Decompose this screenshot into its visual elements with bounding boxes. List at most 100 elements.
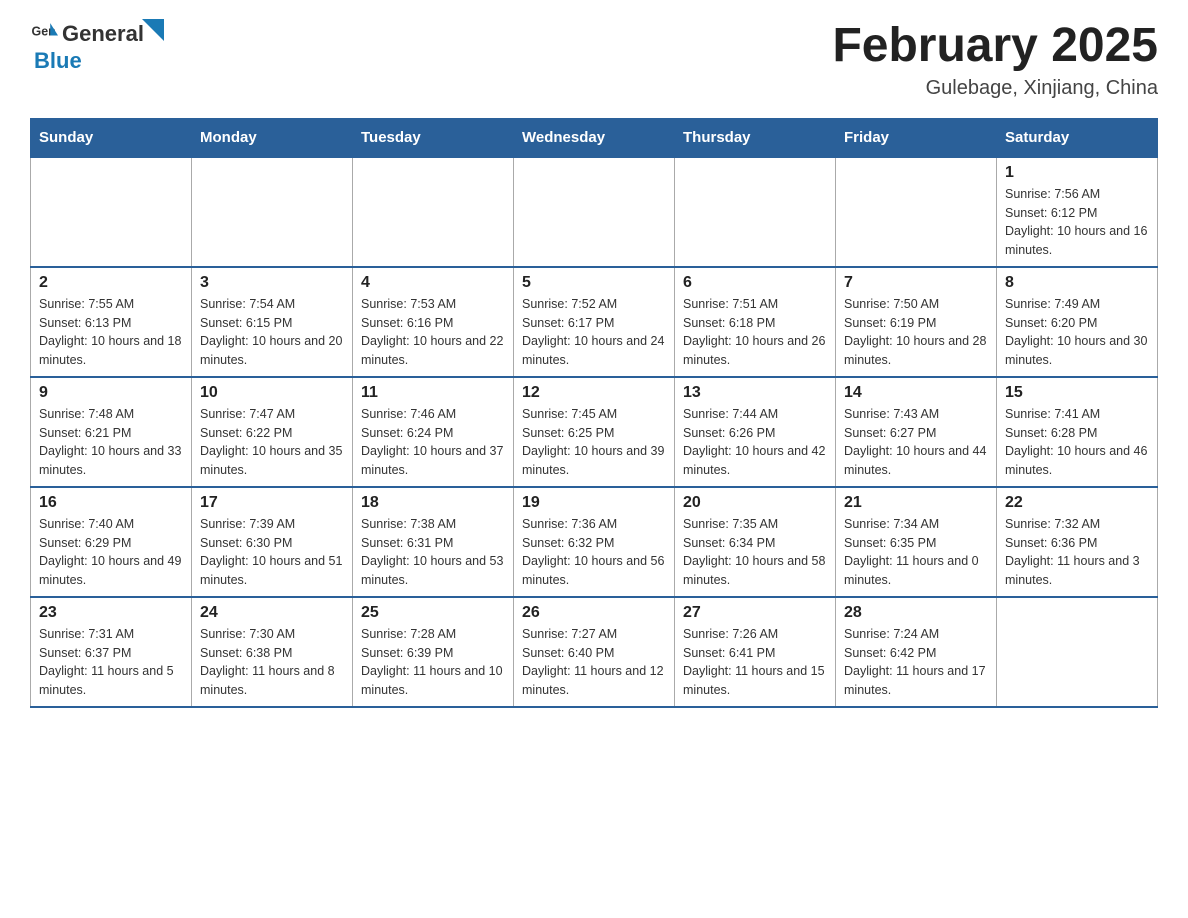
day-number: 22	[1005, 494, 1149, 512]
calendar-cell: 13 Sunrise: 7:44 AMSunset: 6:26 PMDayligh…	[675, 377, 836, 487]
calendar-cell	[514, 157, 675, 267]
page-header: Gen General Blue February 2025 Gulebage,…	[30, 20, 1158, 100]
calendar-table: SundayMondayTuesdayWednesdayThursdayFrid…	[30, 118, 1158, 708]
day-number: 2	[39, 274, 183, 292]
day-info: Sunrise: 7:32 AMSunset: 6:36 PMDaylight:…	[1005, 515, 1149, 590]
day-number: 6	[683, 274, 827, 292]
day-info: Sunrise: 7:47 AMSunset: 6:22 PMDaylight:…	[200, 405, 344, 480]
weekday-header-sunday: Sunday	[31, 118, 192, 157]
day-info: Sunrise: 7:56 AMSunset: 6:12 PMDaylight:…	[1005, 185, 1149, 260]
day-info: Sunrise: 7:54 AMSunset: 6:15 PMDaylight:…	[200, 295, 344, 370]
calendar-cell: 3 Sunrise: 7:54 AMSunset: 6:15 PMDaylight…	[192, 267, 353, 377]
day-info: Sunrise: 7:39 AMSunset: 6:30 PMDaylight:…	[200, 515, 344, 590]
day-number: 11	[361, 384, 505, 402]
calendar-cell: 22 Sunrise: 7:32 AMSunset: 6:36 PMDayligh…	[997, 487, 1158, 597]
day-number: 3	[200, 274, 344, 292]
day-info: Sunrise: 7:53 AMSunset: 6:16 PMDaylight:…	[361, 295, 505, 370]
day-info: Sunrise: 7:28 AMSunset: 6:39 PMDaylight:…	[361, 625, 505, 700]
day-info: Sunrise: 7:34 AMSunset: 6:35 PMDaylight:…	[844, 515, 988, 590]
calendar-cell: 6 Sunrise: 7:51 AMSunset: 6:18 PMDaylight…	[675, 267, 836, 377]
calendar-cell	[353, 157, 514, 267]
weekday-header-wednesday: Wednesday	[514, 118, 675, 157]
calendar-cell: 9 Sunrise: 7:48 AMSunset: 6:21 PMDaylight…	[31, 377, 192, 487]
day-info: Sunrise: 7:30 AMSunset: 6:38 PMDaylight:…	[200, 625, 344, 700]
logo-arrow-icon	[142, 19, 164, 41]
calendar-cell: 20 Sunrise: 7:35 AMSunset: 6:34 PMDayligh…	[675, 487, 836, 597]
day-number: 23	[39, 604, 183, 622]
title-area: February 2025 Gulebage, Xinjiang, China	[832, 20, 1158, 100]
day-number: 18	[361, 494, 505, 512]
day-number: 19	[522, 494, 666, 512]
calendar-cell: 10 Sunrise: 7:47 AMSunset: 6:22 PMDayligh…	[192, 377, 353, 487]
day-number: 21	[844, 494, 988, 512]
day-number: 13	[683, 384, 827, 402]
day-number: 24	[200, 604, 344, 622]
calendar-cell: 19 Sunrise: 7:36 AMSunset: 6:32 PMDayligh…	[514, 487, 675, 597]
weekday-header-thursday: Thursday	[675, 118, 836, 157]
calendar-cell: 1 Sunrise: 7:56 AMSunset: 6:12 PMDaylight…	[997, 157, 1158, 267]
calendar-cell: 14Sunrise: 7:43 AMSunset: 6:27 PMDayligh…	[836, 377, 997, 487]
day-number: 17	[200, 494, 344, 512]
day-info: Sunrise: 7:46 AMSunset: 6:24 PMDaylight:…	[361, 405, 505, 480]
calendar-cell: 25 Sunrise: 7:28 AMSunset: 6:39 PMDayligh…	[353, 597, 514, 707]
day-info: Sunrise: 7:45 AMSunset: 6:25 PMDaylight:…	[522, 405, 666, 480]
day-number: 16	[39, 494, 183, 512]
week-row-3: 9 Sunrise: 7:48 AMSunset: 6:21 PMDaylight…	[31, 377, 1158, 487]
day-info: Sunrise: 7:50 AMSunset: 6:19 PMDaylight:…	[844, 295, 988, 370]
calendar-cell: 8 Sunrise: 7:49 AMSunset: 6:20 PMDaylight…	[997, 267, 1158, 377]
calendar-cell: 17 Sunrise: 7:39 AMSunset: 6:30 PMDayligh…	[192, 487, 353, 597]
calendar-cell: 21 Sunrise: 7:34 AMSunset: 6:35 PMDayligh…	[836, 487, 997, 597]
day-info: Sunrise: 7:38 AMSunset: 6:31 PMDaylight:…	[361, 515, 505, 590]
month-title: February 2025	[832, 20, 1158, 73]
weekday-header-saturday: Saturday	[997, 118, 1158, 157]
day-number: 4	[361, 274, 505, 292]
day-number: 20	[683, 494, 827, 512]
day-info: Sunrise: 7:49 AMSunset: 6:20 PMDaylight:…	[1005, 295, 1149, 370]
day-number: 26	[522, 604, 666, 622]
day-info: Sunrise: 7:48 AMSunset: 6:21 PMDaylight:…	[39, 405, 183, 480]
calendar-cell: 24 Sunrise: 7:30 AMSunset: 6:38 PMDayligh…	[192, 597, 353, 707]
week-row-2: 2Sunrise: 7:55 AMSunset: 6:13 PMDaylight…	[31, 267, 1158, 377]
day-info: Sunrise: 7:27 AMSunset: 6:40 PMDaylight:…	[522, 625, 666, 700]
logo-general-text: General	[62, 21, 144, 47]
day-number: 14	[844, 384, 988, 402]
weekday-header-row: SundayMondayTuesdayWednesdayThursdayFrid…	[31, 118, 1158, 157]
day-info: Sunrise: 7:52 AMSunset: 6:17 PMDaylight:…	[522, 295, 666, 370]
calendar-cell	[836, 157, 997, 267]
day-info: Sunrise: 7:41 AMSunset: 6:28 PMDaylight:…	[1005, 405, 1149, 480]
calendar-cell	[997, 597, 1158, 707]
day-number: 25	[361, 604, 505, 622]
calendar-cell	[675, 157, 836, 267]
calendar-cell: 15 Sunrise: 7:41 AMSunset: 6:28 PMDayligh…	[997, 377, 1158, 487]
day-info: Sunrise: 7:40 AMSunset: 6:29 PMDaylight:…	[39, 515, 183, 590]
calendar-cell: 26 Sunrise: 7:27 AMSunset: 6:40 PMDayligh…	[514, 597, 675, 707]
calendar-cell: 27 Sunrise: 7:26 AMSunset: 6:41 PMDayligh…	[675, 597, 836, 707]
weekday-header-monday: Monday	[192, 118, 353, 157]
day-number: 8	[1005, 274, 1149, 292]
day-number: 15	[1005, 384, 1149, 402]
location-subtitle: Gulebage, Xinjiang, China	[832, 77, 1158, 100]
day-number: 9	[39, 384, 183, 402]
logo-icon: Gen	[30, 20, 58, 48]
day-info: Sunrise: 7:36 AMSunset: 6:32 PMDaylight:…	[522, 515, 666, 590]
day-info: Sunrise: 7:26 AMSunset: 6:41 PMDaylight:…	[683, 625, 827, 700]
logo: Gen General Blue	[30, 20, 164, 74]
day-info: Sunrise: 7:44 AMSunset: 6:26 PMDaylight:…	[683, 405, 827, 480]
calendar-cell: 7 Sunrise: 7:50 AMSunset: 6:19 PMDaylight…	[836, 267, 997, 377]
calendar-cell: 23Sunrise: 7:31 AMSunset: 6:37 PMDayligh…	[31, 597, 192, 707]
day-info: Sunrise: 7:51 AMSunset: 6:18 PMDaylight:…	[683, 295, 827, 370]
day-number: 10	[200, 384, 344, 402]
day-number: 1	[1005, 164, 1149, 182]
day-number: 7	[844, 274, 988, 292]
calendar-cell: 16 Sunrise: 7:40 AMSunset: 6:29 PMDayligh…	[31, 487, 192, 597]
calendar-cell: 12 Sunrise: 7:45 AMSunset: 6:25 PMDayligh…	[514, 377, 675, 487]
calendar-cell: 4 Sunrise: 7:53 AMSunset: 6:16 PMDaylight…	[353, 267, 514, 377]
calendar-cell: 5Sunrise: 7:52 AMSunset: 6:17 PMDaylight…	[514, 267, 675, 377]
day-number: 12	[522, 384, 666, 402]
calendar-cell	[192, 157, 353, 267]
calendar-cell: 28Sunrise: 7:24 AMSunset: 6:42 PMDayligh…	[836, 597, 997, 707]
day-number: 27	[683, 604, 827, 622]
week-row-1: 1 Sunrise: 7:56 AMSunset: 6:12 PMDaylight…	[31, 157, 1158, 267]
day-info: Sunrise: 7:35 AMSunset: 6:34 PMDaylight:…	[683, 515, 827, 590]
calendar-cell: 11 Sunrise: 7:46 AMSunset: 6:24 PMDayligh…	[353, 377, 514, 487]
